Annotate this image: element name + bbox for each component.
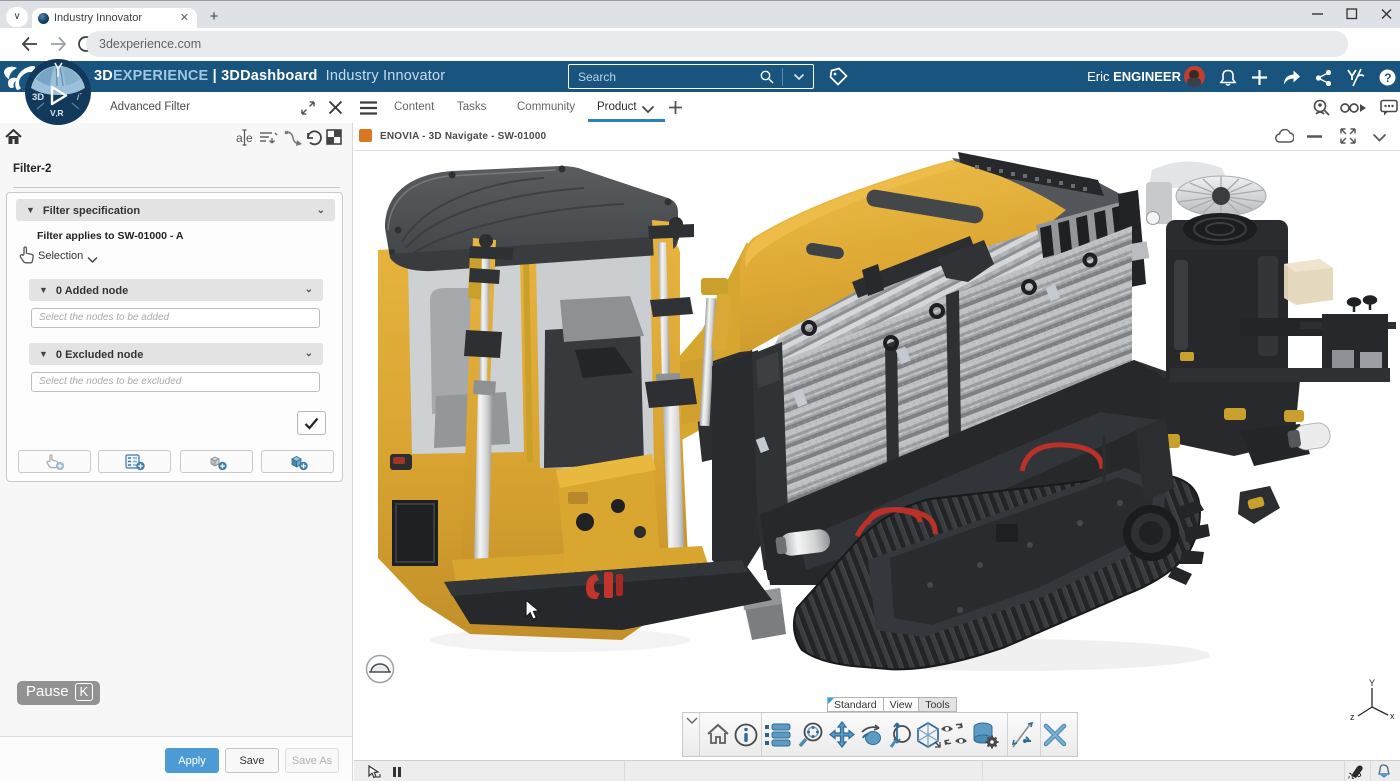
svg-text:z: z bbox=[1350, 712, 1355, 722]
svg-text:V,R: V,R bbox=[50, 108, 63, 118]
svg-text:x: x bbox=[1390, 711, 1395, 721]
svg-text:a: a bbox=[236, 131, 243, 145]
svg-text:?: ? bbox=[1384, 71, 1391, 85]
svg-text:e: e bbox=[246, 131, 253, 145]
svg-text:Y: Y bbox=[1369, 678, 1375, 688]
svg-text:i´: i´ bbox=[77, 92, 82, 102]
svg-text:3D: 3D bbox=[32, 92, 44, 103]
